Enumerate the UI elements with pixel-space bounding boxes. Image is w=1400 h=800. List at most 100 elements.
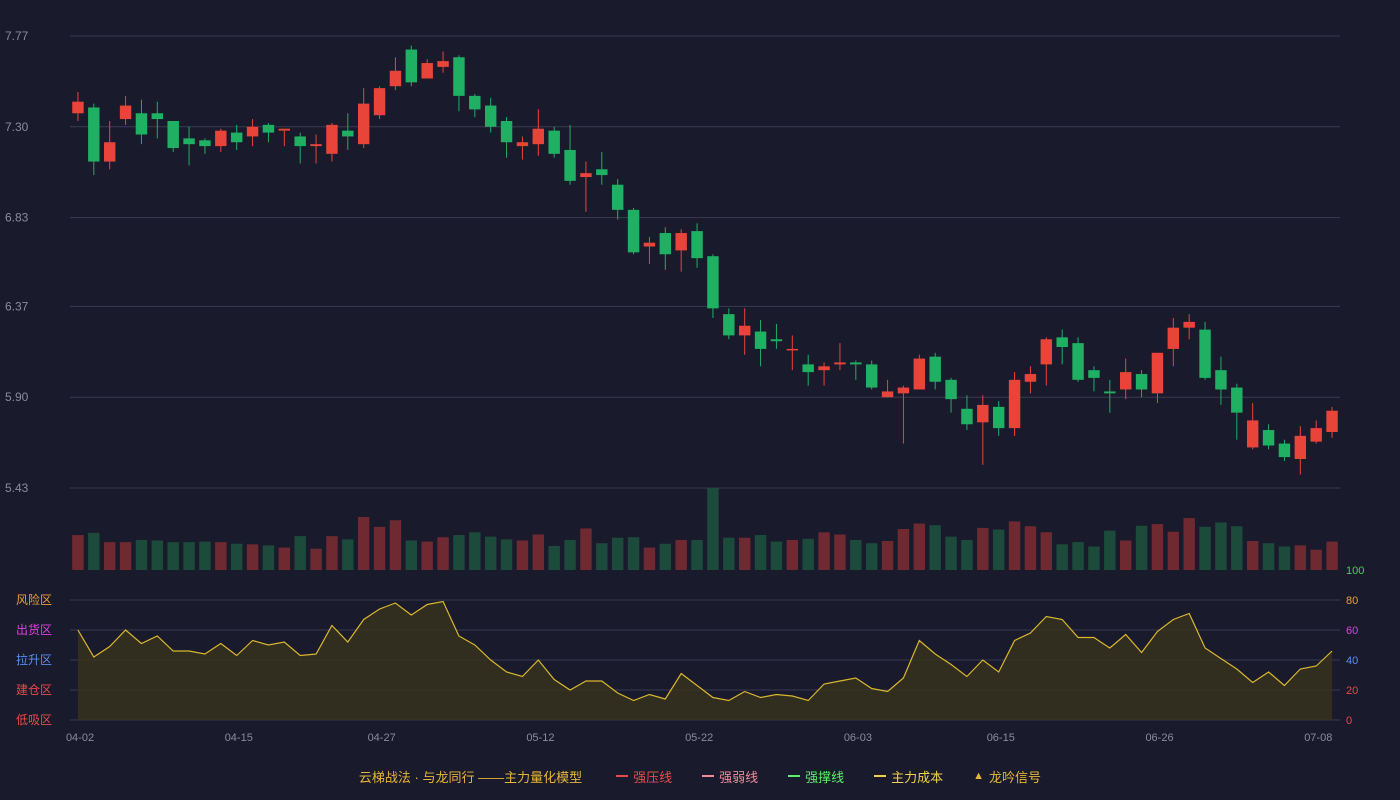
candle-body [961,408,973,425]
volume-bar [754,535,767,570]
volume-bar [1246,541,1259,570]
volume-bar [564,539,576,570]
volume-bar [786,539,799,570]
x-tick-label: 06-15 [987,732,1015,744]
volume-bar [1088,546,1100,570]
volume-bar [865,543,878,570]
volume-bar [913,523,926,570]
volume-bar [469,532,481,570]
candle-body [230,132,243,143]
oscillator-area [77,601,1333,720]
candle-body [342,130,354,137]
candle-body [1183,321,1195,328]
oscillator-right-tick: 20 [1346,685,1358,697]
candle-body [1310,428,1322,442]
volume-bar [151,540,164,570]
volume-bar [215,542,227,570]
price-tick-label: 7.30 [5,120,29,134]
volume-bar [262,545,275,570]
candle-body [929,356,941,382]
volume-bar [850,539,862,570]
candle-body [1135,374,1148,390]
volume-bar [199,541,211,570]
volume-bar [119,542,132,570]
volume-bar [1167,531,1180,570]
candle-body [405,49,418,83]
chart-svg: 7.77 7.30 6.83 6.37 5.90 5.43 100 80 风险区 60 出货区 40 拉… [5,29,1364,744]
volume-bar [342,539,354,570]
volume-bar [246,544,259,570]
volume-bar [532,534,545,570]
volume-bar [1056,544,1068,570]
volume-bar [310,548,322,570]
volume-bar [881,541,894,570]
candle-body [818,366,830,371]
candle-body [1231,387,1243,413]
volume-bar [691,539,703,570]
candle-body [548,130,560,154]
volume-bar [738,537,751,570]
candle-body [532,128,545,145]
candle-body [977,404,989,423]
volume-bar [1119,540,1132,570]
candle-body [151,113,164,120]
volume-bar [659,543,672,570]
volume-bar [500,539,513,570]
volume-bar [1072,542,1084,570]
oscillator-zone-label: 低吸区 [16,713,52,727]
price-tick-label: 5.43 [5,481,29,495]
candle-body [754,331,767,349]
candle-body [1294,435,1307,460]
volume-bar [1183,518,1195,570]
legend-item-strength-line[interactable]: 强弱线 [702,767,758,786]
candle-body [103,142,116,162]
candle-body [992,406,1005,429]
legend-label-strong-pressure: 强压线 [633,769,673,785]
candle-body [262,124,275,133]
candle-body [246,126,259,137]
price-tick-label: 5.90 [5,390,29,404]
candle-body [627,209,640,253]
volume-bar [596,543,608,570]
legend-item-dragon-signal[interactable]: ▲ 龙吟信号 [973,767,1041,786]
volume-bar [992,529,1005,570]
legend-label-strong-support: 强撑线 [805,769,845,785]
candle-body [1024,374,1037,382]
oscillator-right-tick: 0 [1346,715,1352,727]
volume-bar [1231,526,1243,570]
volume-bar [1008,521,1021,570]
volume-bar [437,537,449,570]
legend-item-strong-support[interactable]: 强撑线 [788,767,844,786]
volume-bar [103,542,116,570]
candle-body [1326,410,1338,432]
candle-body [1167,327,1180,349]
volume-bar [135,539,148,570]
volume-bar [230,543,243,570]
volume-bar [516,540,529,570]
candle-body [167,120,179,149]
candle-body [500,120,513,143]
volume-bar [1294,545,1307,570]
volume-bar [548,545,560,570]
volume-bar [770,541,783,570]
volume-bar [278,547,291,570]
volume-bar [627,537,640,570]
x-tick-label: 06-03 [844,732,872,744]
volume-bar [1262,543,1275,570]
volume-bar [580,528,592,570]
oscillator-zone-label: 出货区 [16,622,52,637]
legend-title: 云梯战法 · 与龙同行 ——主力量化模型 [358,769,583,785]
triangle-icon: ▲ [973,770,985,782]
x-tick-label: 04-15 [225,732,253,744]
volume-bar [1104,530,1116,570]
volume-bar [1215,522,1227,570]
volume-bar [484,536,497,570]
candle-body [881,391,894,398]
oscillator-zone-label: 建仓区 [16,683,52,697]
candle-body [1008,379,1021,429]
legend-label-strength-line: 强弱线 [719,769,759,785]
volume-bar [1040,532,1053,570]
legend-item-main-cost[interactable]: 主力成本 [874,767,943,786]
legend-item-strong-pressure[interactable]: 强压线 [616,767,672,786]
candle-body [770,339,783,342]
